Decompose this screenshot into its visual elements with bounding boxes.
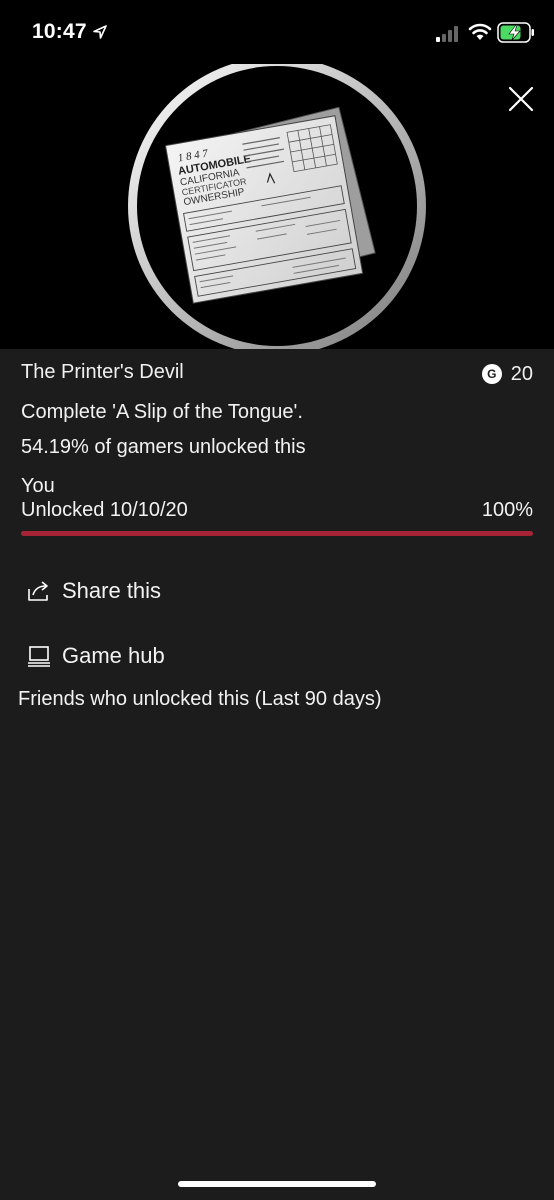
game-hub-icon (28, 646, 50, 667)
achievement-description: Complete 'A Slip of the Tongue'. (21, 401, 303, 423)
wifi-icon (468, 23, 492, 40)
share-icon (28, 581, 48, 601)
friends-heading: Friends who unlocked this (Last 90 days) (18, 688, 382, 710)
gamerscore: G 20 (481, 361, 533, 387)
unlocked-date: Unlocked 10/10/20 (21, 499, 188, 521)
close-icon[interactable] (506, 84, 536, 114)
achievement-title: The Printer's Devil (21, 361, 184, 383)
gamerscore-icon: G (481, 364, 502, 384)
home-indicator[interactable] (178, 1181, 376, 1187)
status-time: 10:47 (32, 20, 87, 43)
achievement-hero: 1 8 4 7 AUTOMOBILE CALIFORNIA CERTIFICAT… (0, 64, 554, 349)
title-row: The Printer's Devil G 20 (21, 361, 533, 387)
battery-charging-icon (497, 22, 534, 43)
achievement-badge-image: 1 8 4 7 AUTOMOBILE CALIFORNIA CERTIFICAT… (128, 64, 426, 349)
gamerscore-value: 20 (510, 362, 533, 385)
share-button[interactable]: Share this (26, 576, 161, 606)
game-hub-button[interactable]: Game hub (26, 641, 165, 671)
progress-bar (21, 531, 533, 536)
progress-percent: 100% (481, 499, 533, 521)
location-arrow-icon (93, 25, 107, 39)
you-label: You (21, 475, 55, 497)
rarity-text: 54.19% of gamers unlocked this (21, 436, 306, 458)
game-hub-label: Game hub (62, 643, 165, 668)
status-bar: 10:47 (0, 0, 554, 64)
progress-bar-fill (21, 531, 533, 536)
share-label: Share this (62, 578, 162, 603)
cellular-signal-icon (436, 26, 458, 42)
